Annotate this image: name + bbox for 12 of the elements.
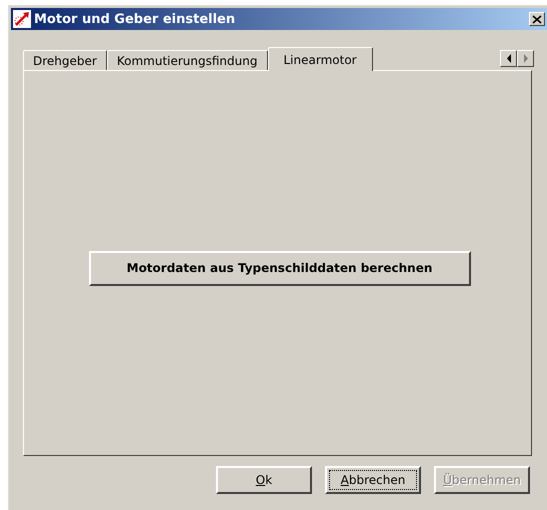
window-title: Motor und Geber einstellen bbox=[34, 12, 236, 26]
dialog-button[interactable]: Abbrechen bbox=[325, 466, 421, 494]
calculate-button[interactable]: Motordaten aus Typenschilddaten berechnen bbox=[88, 250, 470, 286]
tab[interactable]: Linearmotor bbox=[268, 47, 373, 71]
tab[interactable]: Kommutierungsfindung bbox=[106, 50, 268, 70]
right-triangle-icon bbox=[522, 54, 528, 63]
tab[interactable]: Drehgeber bbox=[23, 50, 107, 70]
dialog-button[interactable]: Ok bbox=[216, 466, 312, 494]
close-button[interactable] bbox=[529, 12, 545, 26]
scroll-left-button[interactable] bbox=[500, 50, 517, 67]
arrow-app-icon bbox=[13, 10, 31, 28]
left-triangle-icon bbox=[506, 54, 512, 63]
